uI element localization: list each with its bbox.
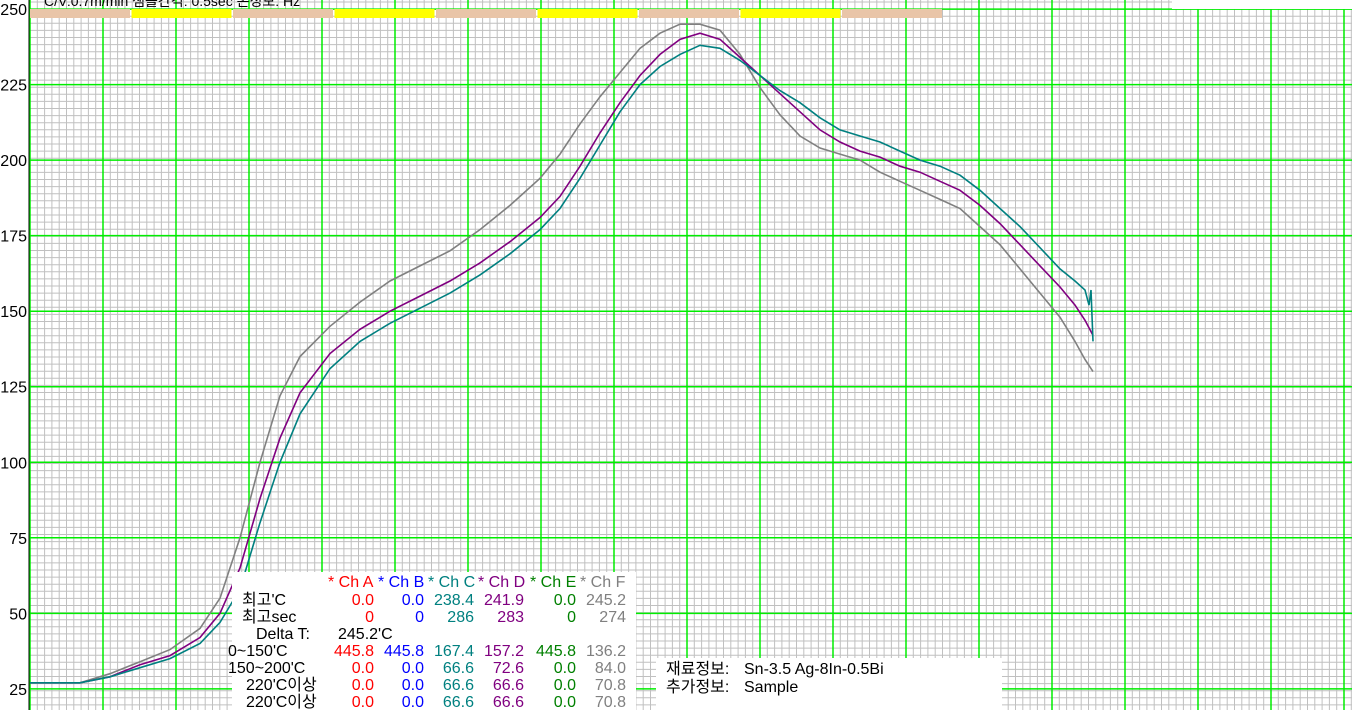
y-tick-label: 175 xyxy=(0,229,27,246)
zone-segment xyxy=(842,9,942,18)
legend-ch-d: * Ch D xyxy=(478,574,526,591)
y-tick-label: 100 xyxy=(0,455,27,472)
extra-value: Sample xyxy=(744,679,799,696)
legend-cell: 84.0 xyxy=(594,660,626,677)
legend-table-row: 220'C이상 0.0 0.0 66.6 66.6 0.0 70.8 xyxy=(232,694,636,711)
y-tick-label: 225 xyxy=(0,78,27,95)
y-tick-label: 250 xyxy=(0,2,27,19)
legend-cell: 157.2 xyxy=(483,643,524,660)
legend-row-label: 0~150'C xyxy=(228,643,288,660)
legend-cell: 66.6 xyxy=(492,677,524,694)
legend-ch-a: * Ch A xyxy=(328,574,374,591)
legend-cell: 274 xyxy=(599,609,626,626)
y-tick-label: 75 xyxy=(9,531,27,548)
legend-table-row: 220'C이상 0.0 0.0 66.6 66.6 0.0 70.8 xyxy=(232,677,636,694)
legend-cell: 245.2 xyxy=(585,592,626,609)
zone-segment xyxy=(740,9,841,18)
y-tick-label: 125 xyxy=(0,380,27,397)
legend-ch-c: * Ch C xyxy=(428,574,476,591)
legend-row-label: 최고sec xyxy=(242,609,297,626)
material-value: Sn-3.5 Ag-8In-0.5Bi xyxy=(744,661,884,678)
material-label: 재료정보: xyxy=(666,661,730,678)
y-tick-label: 200 xyxy=(0,153,27,170)
legend-cell: 72.6 xyxy=(492,660,524,677)
y-tick-label: 25 xyxy=(9,682,27,699)
legend-cell: 283 xyxy=(497,609,524,626)
y-axis-margin xyxy=(0,0,29,710)
legend-table: * Ch A * Ch B * Ch C * Ch D * Ch E * Ch … xyxy=(228,572,636,712)
legend-table-row: 최고sec 0 0 286 283 0 274 xyxy=(232,609,636,626)
legend-row-label: 220'C이상 xyxy=(246,677,317,694)
legend-row-label: 150~200'C xyxy=(228,660,306,677)
legend-table-row: 0~150'C 445.8 445.8 167.4 157.2 445.8 136.2 xyxy=(228,643,636,660)
y-tick-label: 150 xyxy=(0,304,27,321)
legend-ch-b: * Ch B xyxy=(378,574,425,591)
zone-segment xyxy=(334,9,435,18)
extra-label: 추가정보: xyxy=(666,679,730,696)
legend-table-row: 최고'C 0.0 0.0 238.4 241.9 0.0 245.2 xyxy=(232,592,636,609)
legend-table-row: Delta T: 245.2'C xyxy=(232,626,636,643)
delta-t-value: 245.2'C xyxy=(338,626,393,643)
legend-ch-e: * Ch E xyxy=(530,574,577,591)
y-tick-label: 50 xyxy=(9,606,27,623)
corner-blank xyxy=(1172,0,1352,9)
legend-cell: 70.8 xyxy=(594,694,626,711)
zone-segment xyxy=(639,9,739,18)
legend-cell: 70.8 xyxy=(594,677,626,694)
legend-header-row: * Ch A * Ch B * Ch C * Ch D * Ch E * Ch … xyxy=(232,574,636,591)
chart-top-caption: C/V:0.7m/min 샘플간격: 0.5sec 존정보: Hz xyxy=(44,0,301,9)
legend-cell: 136.2 xyxy=(585,643,626,660)
legend-cell: 241.9 xyxy=(483,592,524,609)
legend-row-label: 최고'C xyxy=(242,592,287,609)
zone-segment xyxy=(436,9,536,18)
zone-segment xyxy=(537,9,638,18)
legend-ch-f: * Ch F xyxy=(580,574,626,591)
info-panel: 재료정보: Sn-3.5 Ag-8In-0.5Bi 추가정보: Sample xyxy=(656,658,1002,710)
legend-row-label: 220'C이상 xyxy=(246,694,317,711)
legend-table-row: 150~200'C 0.0 0.0 66.6 72.6 0.0 84.0 xyxy=(228,660,636,677)
legend-row-label: Delta T: xyxy=(256,626,310,643)
profile-chart: 250 225 200 175 150 125 100 75 50 25 xyxy=(0,0,1352,710)
legend-cell: 66.6 xyxy=(492,694,524,711)
